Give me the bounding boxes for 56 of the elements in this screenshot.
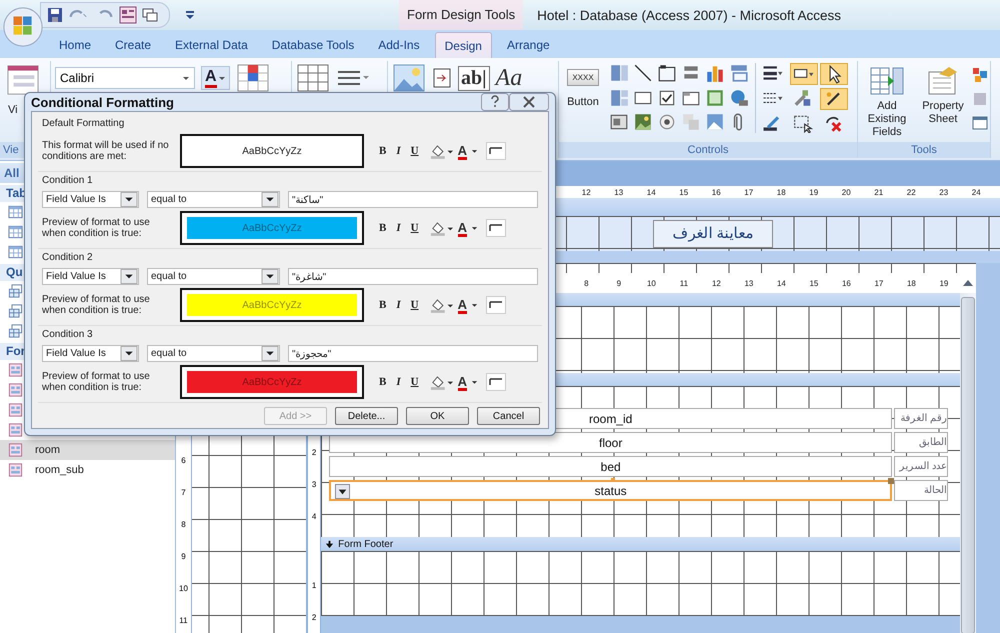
window-title: Hotel : Database (Access 2007) - Microsoft Access [537, 8, 842, 22]
contextual-tab-label: Form Design Tools [399, 0, 524, 30]
ruler-number: 13 [613, 188, 624, 196]
ruler-number: 16 [710, 188, 722, 196]
ruler-number: 6 [180, 455, 187, 467]
ruler-number: 22 [906, 188, 917, 196]
ruler-number: 9 [616, 278, 622, 288]
ruler-number: 10 [646, 278, 657, 288]
section-heading: Condition 2 [42, 251, 94, 265]
ruler-number: 1 [310, 580, 318, 592]
ruler-number: 21 [873, 188, 884, 196]
ruler-number: 19 [808, 188, 820, 196]
format-preview: AaBbCcYyZz [180, 288, 364, 322]
ruler-number: 18 [906, 278, 917, 288]
section-heading: Condition 3 [42, 328, 94, 342]
preview-description: Preview of format to use when condition is true: [42, 371, 151, 393]
section-title: Form Footer [338, 538, 394, 550]
format-preview: AaBbCcYyZz [180, 134, 364, 168]
ruler-number: 11 [678, 278, 690, 288]
ruler-number: 14 [776, 278, 787, 288]
ruler-number: 13 [743, 278, 754, 288]
ruler-number: 23 [938, 188, 950, 196]
section-heading: Default Formatting [42, 117, 126, 131]
ruler-number: 2 [310, 612, 318, 624]
ruler-number: 9 [180, 551, 187, 563]
ruler-number: 24 [970, 188, 982, 196]
ruler-number: 20 [840, 188, 852, 196]
group-label: Tools [858, 142, 990, 158]
ruler-number: 15 [808, 278, 820, 288]
item-name: room [35, 444, 60, 456]
format-preview: AaBbCcYyZz [180, 211, 364, 245]
item-name: room_sub [35, 464, 84, 476]
ruler-number: 19 [938, 278, 950, 288]
preview-description: Preview of format to use when condition is true: [42, 294, 151, 316]
ruler-number: 16 [840, 278, 852, 288]
ruler-number: 14 [646, 188, 657, 196]
ruler-number: 12 [580, 188, 592, 196]
dialog-title: Conditional Formatting [31, 94, 174, 110]
ruler-number: 18 [776, 188, 787, 196]
ruler-number: 8 [180, 519, 187, 531]
ruler-number: 2 [310, 447, 318, 459]
ruler-number: 17 [743, 188, 754, 196]
preview-description: Preview of format to use when condition is true: [42, 217, 151, 239]
section-heading: Condition 1 [42, 174, 94, 188]
ruler-number: 8 [583, 278, 590, 288]
ruler-number: 12 [710, 278, 722, 288]
ruler-number: 7 [180, 487, 187, 499]
ruler-number: 17 [873, 278, 884, 288]
format-preview: AaBbCcYyZz [180, 365, 364, 399]
ruler-number: 4 [310, 511, 318, 523]
ruler-number: 3 [310, 479, 318, 491]
ruler-number: 11 [178, 615, 189, 627]
ruler-number: 15 [678, 188, 690, 196]
ruler-number: 10 [178, 583, 189, 595]
header-label: معاينة الغرف [653, 220, 773, 248]
group-label: Controls [559, 142, 857, 158]
